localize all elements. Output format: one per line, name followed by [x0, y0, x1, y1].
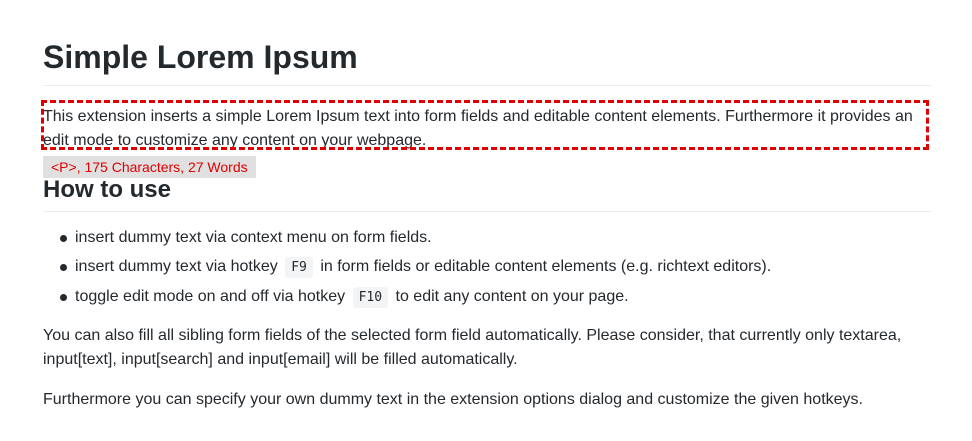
- section-heading-how-to-use: How to use: [43, 175, 931, 212]
- list-item-text-after: in form fields or editable content eleme…: [320, 258, 772, 275]
- bullet-icon: [60, 294, 67, 301]
- bullet-icon: [60, 235, 67, 242]
- hotkey-code: F10: [352, 287, 389, 308]
- list-item-text-after: to edit any content on your page.: [395, 288, 629, 305]
- list-item: toggle edit mode on and off via hotkey F…: [60, 285, 931, 310]
- list-item-text: insert dummy text via hotkey: [75, 258, 278, 275]
- bullet-icon: [60, 264, 67, 271]
- page-title: Simple Lorem Ipsum: [43, 36, 931, 86]
- body-paragraph: You can also fill all sibling form field…: [43, 327, 902, 368]
- how-to-use-list: insert dummy text via context menu on fo…: [43, 226, 931, 310]
- list-item: insert dummy text via context menu on fo…: [60, 226, 931, 250]
- list-item: insert dummy text via hotkey F9 in form …: [60, 255, 931, 280]
- hotkey-code: F9: [285, 257, 313, 278]
- body-paragraph: Furthermore you can specify your own dum…: [43, 391, 863, 408]
- intro-paragraph[interactable]: This extension inserts a simple Lorem Ip…: [43, 101, 931, 153]
- list-item-text: insert dummy text via context menu on fo…: [75, 229, 432, 246]
- highlighted-paragraph-wrapper: This extension inserts a simple Lorem Ip…: [41, 100, 931, 153]
- list-item-text: toggle edit mode on and off via hotkey: [75, 288, 346, 305]
- readme-content: Simple Lorem Ipsum This extension insert…: [41, 36, 931, 412]
